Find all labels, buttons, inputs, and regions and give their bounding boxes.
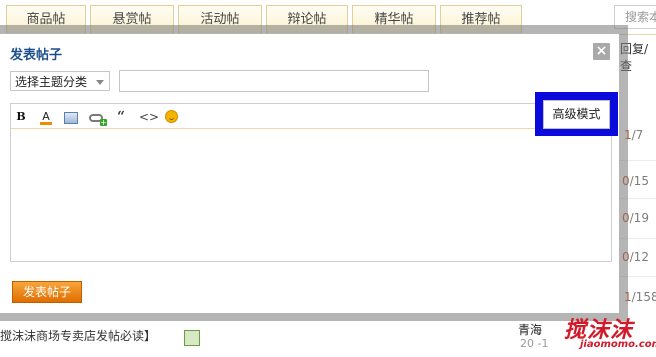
category-select-label: 选择主题分类: [15, 75, 88, 89]
quote-icon[interactable]: “: [114, 110, 128, 124]
thread-title[interactable]: 搅沫沫商场专卖店发帖必读】: [0, 327, 156, 344]
editor-toolbar: B A + “ <>: [11, 104, 611, 129]
subject-input[interactable]: [119, 70, 429, 92]
code-icon[interactable]: <>: [139, 110, 159, 124]
site-logo: 搅沫沫 jiaomomo.com: [554, 312, 656, 357]
thread-date: 20 -1: [520, 337, 549, 350]
chevron-down-icon: [96, 80, 104, 85]
category-select[interactable]: 选择主题分类: [10, 71, 110, 91]
dialog-title: 发表帖子: [10, 48, 63, 63]
thread-stat: 1/158: [624, 290, 656, 304]
thread-author[interactable]: 青海: [518, 321, 542, 338]
submit-post-button[interactable]: 发表帖子: [12, 281, 82, 303]
image-icon[interactable]: [64, 112, 78, 124]
logo-domain: jiaomomo.com: [580, 339, 656, 350]
font-color-icon[interactable]: A: [39, 110, 53, 125]
close-button[interactable]: ×: [593, 43, 610, 60]
advanced-mode-button[interactable]: 高级模式: [543, 100, 610, 129]
image-attachment-icon: [184, 330, 200, 346]
smiley-icon[interactable]: [165, 110, 178, 123]
link-icon[interactable]: +: [89, 114, 107, 127]
bold-icon[interactable]: B: [14, 110, 28, 124]
